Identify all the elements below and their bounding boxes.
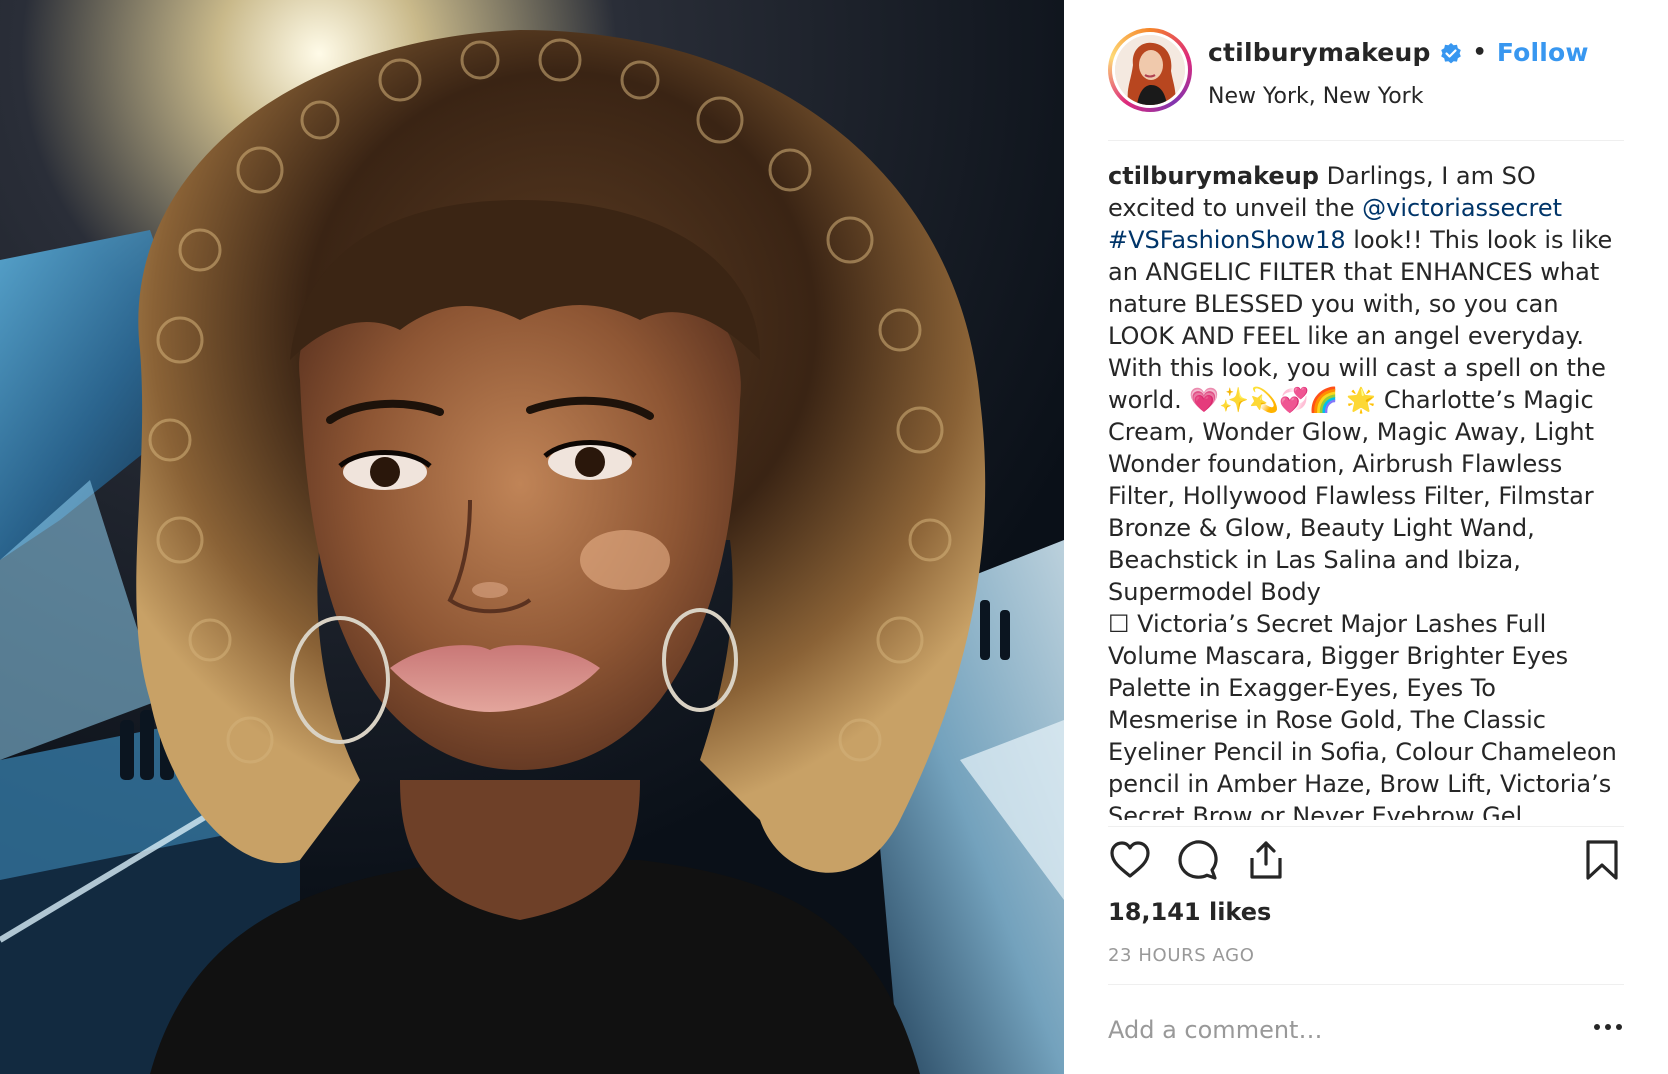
post-header: ctilburymakeup • Follow New York, New Yo… <box>1108 28 1624 141</box>
avatar-portrait <box>1115 35 1185 105</box>
avatar[interactable] <box>1108 28 1192 112</box>
post-location[interactable]: New York, New York <box>1208 84 1423 109</box>
heart-icon[interactable] <box>1108 838 1152 882</box>
more-options-icon[interactable] <box>1588 1012 1628 1042</box>
post-photo[interactable] <box>0 0 1064 1074</box>
bookmark-icon[interactable] <box>1580 838 1624 882</box>
instagram-post: ctilburymakeup • Follow New York, New Yo… <box>0 0 1668 1074</box>
caption-username[interactable]: ctilburymakeup <box>1108 162 1319 190</box>
like-count[interactable]: 18,141 likes <box>1108 898 1271 926</box>
avatar-image <box>1115 35 1185 105</box>
follow-button[interactable]: Follow <box>1497 38 1589 67</box>
portrait-image <box>0 0 1064 1074</box>
caption: ctilburymakeup Darlings, I am SO excited… <box>1108 160 1628 820</box>
post-sidebar: ctilburymakeup • Follow New York, New Yo… <box>1064 0 1668 1074</box>
comment-icon[interactable] <box>1176 838 1220 882</box>
divider <box>1108 826 1624 827</box>
username-row: ctilburymakeup • Follow <box>1208 38 1589 67</box>
mention-link[interactable]: @victoriassecret <box>1362 194 1562 222</box>
post-timestamp[interactable]: 23 HOURS AGO <box>1108 945 1254 966</box>
caption-text-body: look!! This look is like an ANGELIC FILT… <box>1108 226 1613 606</box>
hashtag-link[interactable]: #VSFashionShow18 <box>1108 226 1346 254</box>
comment-input[interactable] <box>1108 1010 1538 1050</box>
share-icon[interactable] <box>1244 838 1288 882</box>
caption-text-products: ☐ Victoria’s Secret Major Lashes Full Vo… <box>1108 610 1617 820</box>
action-bar <box>1108 838 1624 888</box>
post-username[interactable]: ctilburymakeup <box>1208 38 1431 67</box>
divider <box>1108 984 1624 985</box>
separator-dot: • <box>1472 40 1487 65</box>
verified-badge-icon <box>1440 42 1461 63</box>
